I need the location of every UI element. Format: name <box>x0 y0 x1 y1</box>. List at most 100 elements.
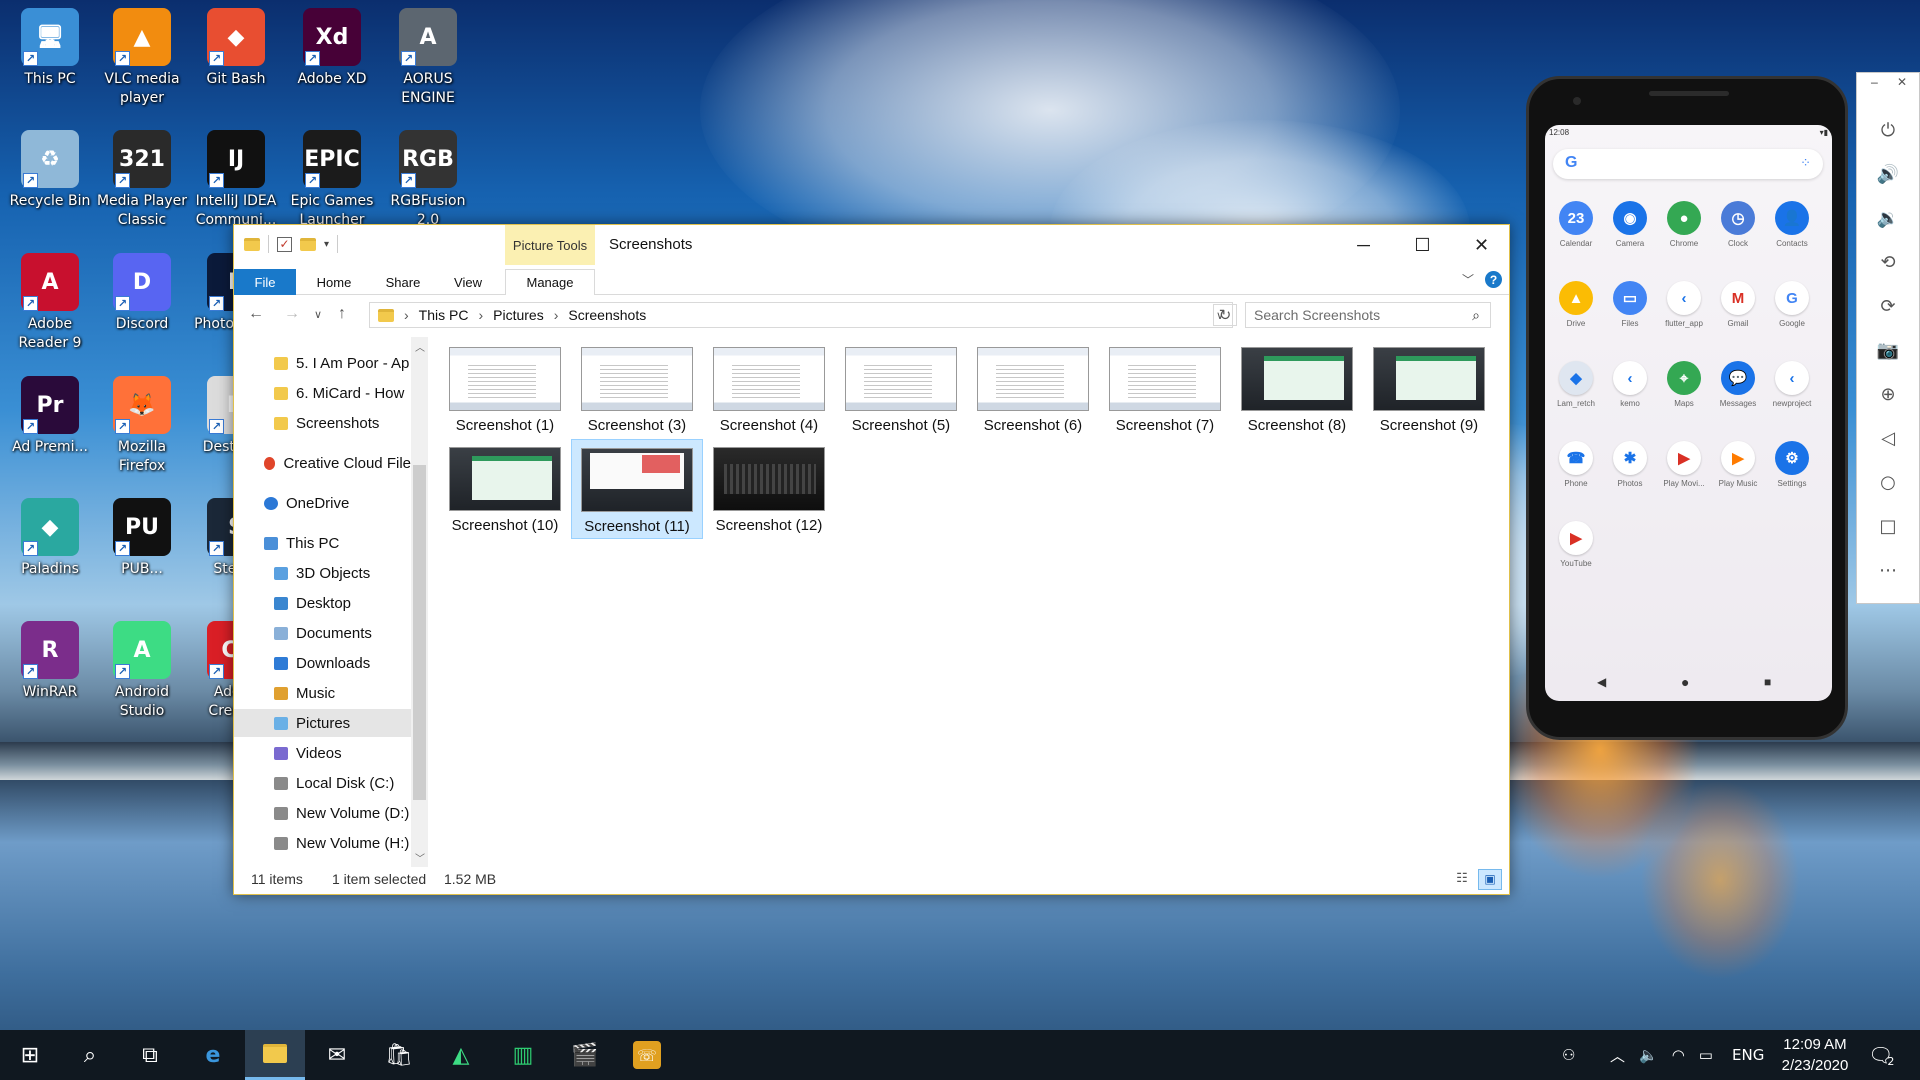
nav-item[interactable]: New Volume (H:) <box>234 829 411 857</box>
phone-app[interactable]: ◆ Lam_retch <box>1549 361 1603 408</box>
emulator-screen[interactable]: 12:08 ▾▮ G ⁘ 23 Calendar ◉ Camera ● Chrome ◷ Cl… <box>1545 125 1832 701</box>
back-nav-icon[interactable]: ◀ <box>1597 675 1606 689</box>
file-explorer-taskbar-icon[interactable] <box>245 1030 305 1080</box>
desktop-icon[interactable]: R ↗ WinRAR <box>4 621 96 702</box>
desktop-icon[interactable]: ◆ ↗ Paladins <box>4 498 96 579</box>
desktop-icon[interactable]: ◆ ↗ Git Bash <box>190 8 282 89</box>
file-thumbnail[interactable]: Screenshot (6) <box>967 339 1099 439</box>
close-button[interactable]: ✕ <box>1452 225 1511 265</box>
zoom-icon[interactable]: ⊕ <box>1857 379 1919 409</box>
phone-app[interactable]: ◷ Clock <box>1711 201 1765 248</box>
volume-down-icon[interactable]: 🔉 <box>1857 203 1919 233</box>
media-taskbar-icon[interactable]: 🎬 <box>555 1030 615 1080</box>
file-thumbnail[interactable]: Screenshot (5) <box>835 339 967 439</box>
nav-item[interactable]: New Volume (D:) <box>234 799 411 827</box>
file-explorer-window[interactable]: ✓ ▾ Picture Tools Screenshots ─ ☐ ✕ File… <box>233 224 1510 895</box>
phone-app[interactable]: ◉ Camera <box>1603 201 1657 248</box>
phone-app[interactable]: ▶ Play Music <box>1711 441 1765 488</box>
nav-item[interactable]: Desktop <box>234 589 411 617</box>
phone-app[interactable]: ● Chrome <box>1657 201 1711 248</box>
phone-app[interactable]: ▭ Files <box>1603 281 1657 328</box>
phone-app[interactable]: M Gmail <box>1711 281 1765 328</box>
file-thumbnail[interactable]: Screenshot (3) <box>571 339 703 439</box>
assistant-icon[interactable]: ⁘ <box>1800 155 1811 171</box>
overview-nav-icon[interactable]: ■ <box>1764 675 1771 689</box>
phone-app[interactable]: ‹ kemo <box>1603 361 1657 408</box>
edge-taskbar-icon[interactable]: e <box>183 1030 243 1080</box>
desktop-icon[interactable]: IJ ↗ IntelliJ IDEA Communi... <box>190 130 282 230</box>
rotate-right-icon[interactable]: ⟳ <box>1857 291 1919 321</box>
search-input[interactable]: Search Screenshots ⌕ <box>1245 302 1491 328</box>
phone-app[interactable]: ⚙ Settings <box>1765 441 1819 488</box>
file-thumbnail[interactable]: Screenshot (11) <box>571 439 703 539</box>
nav-item[interactable]: Music <box>234 679 411 707</box>
action-center-icon[interactable]: 🗨 2 <box>1868 1030 1894 1080</box>
breadcrumb-pictures[interactable]: Pictures <box>493 307 544 323</box>
volume-icon[interactable]: 🔈 <box>1639 1046 1658 1064</box>
phone-app[interactable]: 23 Calendar <box>1549 201 1603 248</box>
desktop-icon[interactable]: Xd ↗ Adobe XD <box>286 8 378 89</box>
android-studio-taskbar-icon[interactable]: ◭ <box>431 1030 491 1080</box>
nav-item[interactable]: Local Disk (C:) <box>234 769 411 797</box>
minimize-button[interactable]: ─ <box>1334 225 1393 265</box>
file-thumbnail[interactable]: Screenshot (1) <box>439 339 571 439</box>
nav-item[interactable]: Documents <box>234 619 411 647</box>
store-taskbar-icon[interactable]: 🛍 <box>369 1030 429 1080</box>
battery-icon[interactable]: ▭ <box>1699 1046 1713 1064</box>
nav-item[interactable]: 5. I Am Poor - Ap <box>234 349 411 377</box>
nav-item[interactable]: This PC <box>234 529 411 557</box>
address-bar[interactable]: › This PC › Pictures › Screenshots ∨ <box>369 302 1233 328</box>
screenshot-icon[interactable]: 📷 <box>1857 335 1919 365</box>
file-thumbnail[interactable]: Screenshot (10) <box>439 439 571 539</box>
google-search-bar[interactable]: G ⁘ <box>1553 149 1823 179</box>
desktop-icon[interactable]: D ↗ Discord <box>96 253 188 334</box>
sheets-taskbar-icon[interactable]: ▥ <box>493 1030 553 1080</box>
home-nav-icon[interactable]: ● <box>1681 674 1689 690</box>
language-indicator[interactable]: ENG <box>1732 1030 1764 1080</box>
recent-locations-button[interactable]: ∨ <box>314 308 322 321</box>
nav-item[interactable]: Creative Cloud File <box>234 449 411 477</box>
tab-file[interactable]: File <box>234 269 296 295</box>
forward-button[interactable]: → <box>284 305 300 323</box>
phone-app[interactable]: 💬 Messages <box>1711 361 1765 408</box>
file-thumbnail[interactable]: Screenshot (8) <box>1231 339 1363 439</box>
nav-item[interactable]: 3D Objects <box>234 559 411 587</box>
file-thumbnail[interactable]: Screenshot (9) <box>1363 339 1495 439</box>
new-folder-icon[interactable] <box>300 237 316 251</box>
close-icon[interactable]: ✕ <box>1897 75 1907 89</box>
whatsapp-taskbar-icon[interactable]: ☏ <box>617 1030 677 1080</box>
scroll-up-arrow[interactable]: ︿ <box>415 339 425 354</box>
title-bar[interactable]: ✓ ▾ Picture Tools Screenshots ─ ☐ ✕ <box>234 225 1509 265</box>
phone-app[interactable]: 👤 Contacts <box>1765 201 1819 248</box>
back-button[interactable]: ← <box>248 305 264 323</box>
back-icon[interactable]: ◁ <box>1857 423 1919 453</box>
desktop-icon[interactable]: A ↗ Android Studio <box>96 621 188 721</box>
desktop-icon[interactable]: A ↗ Adobe Reader 9 <box>4 253 96 353</box>
nav-item[interactable]: OneDrive <box>234 489 411 517</box>
properties-icon[interactable]: ✓ <box>277 236 292 252</box>
phone-app[interactable]: ‹ newproject <box>1765 361 1819 408</box>
nav-item[interactable]: Screenshots <box>234 409 411 437</box>
file-thumbnail[interactable]: Screenshot (4) <box>703 339 835 439</box>
phone-app[interactable]: ▶ Play Movi... <box>1657 441 1711 488</box>
desktop-icon[interactable]: ♻ ↗ Recycle Bin <box>4 130 96 211</box>
desktop-icon[interactable]: PU ↗ PUB... <box>96 498 188 579</box>
desktop-icon[interactable]: 🖥 ↗ This PC <box>4 8 96 89</box>
tab-share[interactable]: Share <box>372 269 434 295</box>
show-hidden-icons[interactable]: ︿ <box>1610 1045 1625 1066</box>
breadcrumb-screenshots[interactable]: Screenshots <box>568 307 646 323</box>
scroll-down-arrow[interactable]: ﹀ <box>415 850 425 865</box>
overview-icon[interactable]: □ <box>1857 511 1919 541</box>
phone-app[interactable]: ▲ Drive <box>1549 281 1603 328</box>
desktop-icon[interactable]: A ↗ AORUS ENGINE <box>382 8 474 108</box>
volume-up-icon[interactable]: 🔊 <box>1857 159 1919 189</box>
nav-scrollbar[interactable]: ︿ ﹀ <box>411 337 428 867</box>
phone-app[interactable]: ⌖ Maps <box>1657 361 1711 408</box>
file-thumbnail[interactable]: Screenshot (12) <box>703 439 835 539</box>
minimize-icon[interactable]: ─ <box>1871 77 1878 90</box>
desktop-icon[interactable]: 🦊 ↗ Mozilla Firefox <box>96 376 188 476</box>
file-thumbnail[interactable]: Screenshot (7) <box>1099 339 1231 439</box>
desktop-icon[interactable]: RGB ↗ RGBFusion 2.0 <box>382 130 474 230</box>
maximize-button[interactable]: ☐ <box>1393 225 1452 265</box>
search-button[interactable]: ⌕ <box>60 1030 120 1080</box>
